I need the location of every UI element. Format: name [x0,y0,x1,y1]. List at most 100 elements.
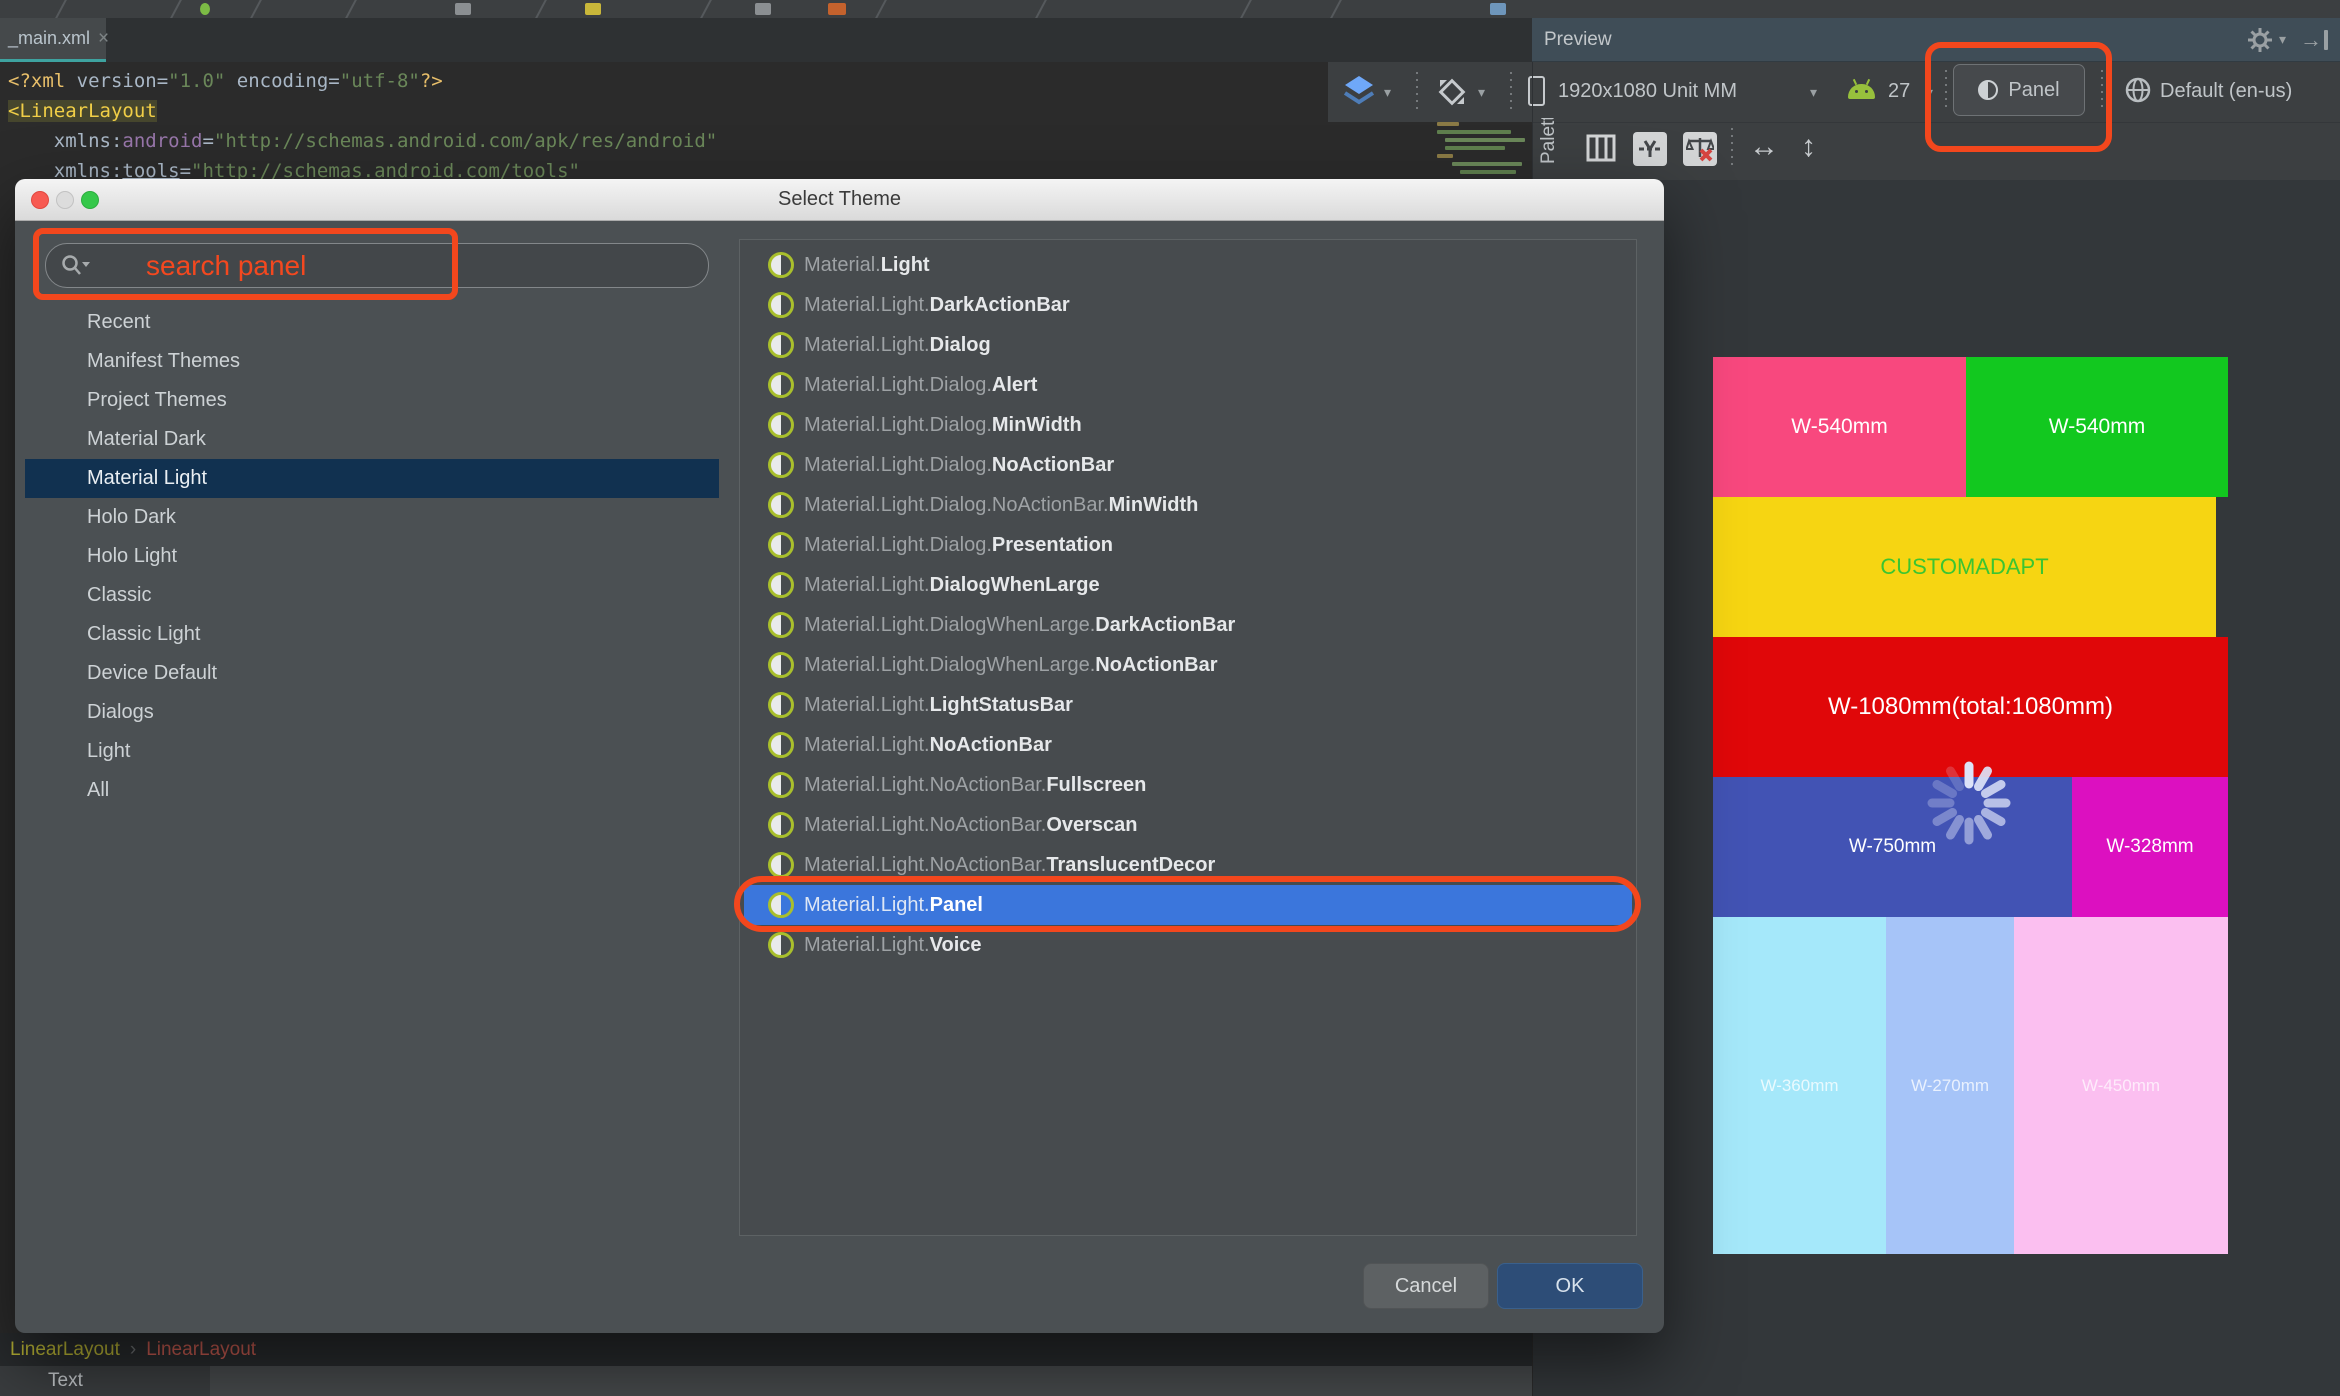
code-line[interactable]: <?xml version="1.0" encoding="utf-8"?> [8,66,717,96]
tab-text-mode[interactable]: Text [48,1370,83,1392]
locale-globe-icon[interactable] [2124,76,2152,104]
theme-list-item[interactable]: Material.Light.Dialog.Alert [744,365,1632,405]
tool-icon[interactable] [455,3,471,15]
theme-name: Material.Light.Dialog [804,334,991,357]
theme-name: Material.Light.Dialog.MinWidth [804,414,1082,437]
wrap-content-icon[interactable] [1633,132,1667,166]
device-icon[interactable] [1528,76,1545,106]
theme-swatch-icon [768,812,794,838]
api-level-label[interactable]: 27 [1888,80,1910,103]
theme-category-item[interactable]: Classic [25,576,719,615]
close-window-button[interactable] [31,191,49,209]
editor-mode-bar: Text [0,1366,1532,1396]
dialog-title-bar[interactable]: Select Theme [15,179,1664,221]
theme-category-item[interactable]: Material Light [25,459,719,498]
theme-swatch-icon [768,492,794,518]
theme-category-list: RecentManifest ThemesProject ThemesMater… [25,303,719,810]
gear-icon[interactable] [2247,27,2273,53]
locale-label[interactable]: Default (en-us) [2160,80,2292,103]
theme-list-item[interactable]: Material.Light.Dialog.Presentation [744,525,1632,565]
editor-minimap[interactable] [1430,116,1532,178]
theme-swatch-icon [768,612,794,638]
theme-swatch-icon [768,932,794,958]
tab-palette[interactable]: Palette [1538,118,1568,188]
theme-category-item[interactable]: Classic Light [25,615,719,654]
theme-name: Material.Light.Dialog.NoActionBar [804,454,1114,477]
match-width-icon[interactable]: ↔ [1749,130,1779,164]
theme-list-item[interactable]: Material.Light.Dialog.MinWidth [744,405,1632,445]
theme-category-item[interactable]: Manifest Themes [25,342,719,381]
tab-main-xml[interactable]: _main.xml × [0,18,106,62]
theme-category-item[interactable]: Light [25,732,719,771]
theme-list-item[interactable]: Material.Light.NoActionBar [744,725,1632,765]
tool-icon[interactable] [755,3,771,15]
editor-tab-bar: _main.xml × [0,18,1532,62]
code-area[interactable]: <?xml version="1.0" encoding="utf-8"?><L… [8,66,717,186]
device-caret-icon[interactable]: ▾ [1810,84,1817,101]
theme-list-item[interactable]: Material.Light.DialogWhenLarge.NoActionB… [744,645,1632,685]
theme-category-item[interactable]: Device Default [25,654,719,693]
minimap-line [1445,146,1505,150]
select-theme-dialog: Select Theme search panel RecentManifest… [15,179,1664,1333]
orientation-icon[interactable] [1434,74,1470,110]
layout-variants-icon[interactable] [1342,74,1376,106]
theme-swatch-icon [768,332,794,358]
theme-name: Material.Light.LightStatusBar [804,694,1073,717]
theme-list-item[interactable]: Material.Light.NoActionBar.Fullscreen [744,765,1632,805]
match-height-icon[interactable]: ↕ [1801,130,1816,164]
tab-close-icon[interactable]: × [98,29,109,48]
mode-bar-panel [210,1366,1532,1396]
layout-block-label: W-540mm [1791,415,1887,439]
breadcrumb-item[interactable]: LinearLayout [146,1339,256,1361]
theme-list-item[interactable]: Material.Light.LightStatusBar [744,685,1632,725]
profiler-icon[interactable] [828,3,846,15]
variants-caret-icon[interactable]: ▾ [1384,84,1391,101]
theme-category-item[interactable]: Holo Dark [25,498,719,537]
minimap-line [1437,130,1511,134]
toolbar-separator [1034,0,1048,18]
theme-category-item[interactable]: Recent [25,303,719,342]
layout-block-label: W-1080mm(total:1080mm) [1828,693,2113,721]
theme-list-item[interactable]: Material.Light.DialogWhenLarge [744,565,1632,605]
theme-list-item[interactable]: Material.Light.DialogWhenLarge.DarkActio… [744,605,1632,645]
remove-scales-icon[interactable] [1683,132,1717,166]
breadcrumb-item[interactable]: LinearLayout [10,1339,120,1361]
theme-list-item[interactable]: Material.Light [744,245,1632,285]
theme-category-item[interactable]: Dialogs [25,693,719,732]
minimize-window-button[interactable] [56,191,74,209]
dock-pinned-icon-bar [2324,30,2328,50]
tool-icon[interactable] [585,3,601,15]
run-icon[interactable] [200,3,210,15]
dock-pinned-icon[interactable]: → [2300,27,2322,53]
cancel-button[interactable]: Cancel [1363,1263,1489,1309]
gear-caret-icon[interactable]: ▾ [2279,31,2286,48]
theme-name: Material.Light.NoActionBar.Fullscreen [804,774,1146,797]
theme-category-item[interactable]: All [25,771,719,810]
theme-list-item[interactable]: Material.Light.Dialog [744,325,1632,365]
breadcrumb-separator: › [130,1339,136,1361]
theme-category-item[interactable]: Project Themes [25,381,719,420]
layout-block-label: W-328mm [2106,836,2193,858]
annotation-selected-theme-highlight [734,876,1641,932]
theme-name: Material.Light.DialogWhenLarge.DarkActio… [804,614,1235,637]
design-toolbar-left: ▾ ▾ [1328,62,1532,122]
theme-category-item[interactable]: Holo Light [25,537,719,576]
zoom-window-button[interactable] [81,191,99,209]
theme-list-item[interactable]: Material.Light.Dialog.NoActionBar.MinWid… [744,485,1632,525]
code-line[interactable]: <LinearLayout [8,96,717,126]
rendered-layout: W-540mmW-540mmCUSTOMADAPTW-1080mm(total:… [1713,357,2228,1254]
theme-category-item[interactable]: Material Dark [25,420,719,459]
tool-icon[interactable] [1490,3,1506,15]
toolbar-separator [1416,72,1418,114]
theme-name: Material.Light.NoActionBar.TranslucentDe… [804,854,1215,877]
theme-list-item[interactable]: Material.Light.DarkActionBar [744,285,1632,325]
device-resolution-label[interactable]: 1920x1080 Unit MM [1558,80,1737,103]
theme-list-item[interactable]: Material.Light.NoActionBar.Overscan [744,805,1632,845]
code-line[interactable]: xmlns:android="http://schemas.android.co… [8,126,717,156]
minimap-line [1445,138,1525,142]
orientation-caret-icon[interactable]: ▾ [1478,84,1485,101]
theme-list-item[interactable]: Material.Light.Dialog.NoActionBar [744,445,1632,485]
ok-button[interactable]: OK [1497,1263,1643,1309]
columns-layout-icon[interactable] [1585,132,1617,164]
palette-tab-label: Palette [1538,134,1560,164]
